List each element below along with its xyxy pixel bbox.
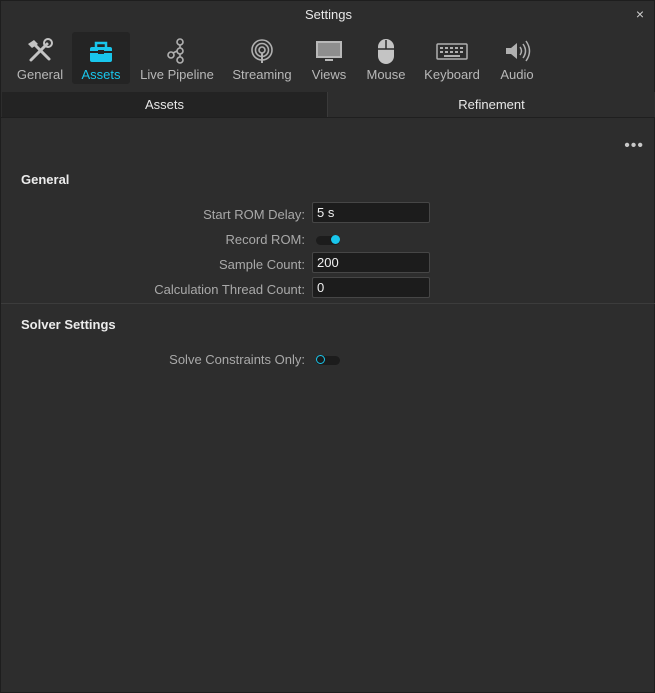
window-title: Settings xyxy=(305,7,352,22)
toolbar-label-keyboard: Keyboard xyxy=(424,67,480,82)
calc-thread-count-label: Calculation Thread Count: xyxy=(154,282,305,297)
keyboard-icon xyxy=(436,43,468,60)
toolbar-item-general[interactable]: General xyxy=(13,32,67,84)
toolbar-label-live-pipeline: Live Pipeline xyxy=(140,67,214,82)
toolbox-icon xyxy=(89,41,113,62)
toolbar-label-audio: Audio xyxy=(500,67,534,82)
toggle-knob xyxy=(316,355,325,364)
monitor-icon xyxy=(316,41,342,61)
toolbar-item-views[interactable]: Views xyxy=(307,32,351,84)
sample-count-label: Sample Count: xyxy=(219,257,305,272)
toolbar-label-streaming: Streaming xyxy=(232,67,292,82)
section-title-solver: Solver Settings xyxy=(21,317,116,332)
close-icon[interactable]: × xyxy=(636,6,644,22)
toolbar-item-keyboard[interactable]: Keyboard xyxy=(421,32,483,84)
start-rom-delay-input[interactable]: 5 s xyxy=(312,202,430,223)
section-divider xyxy=(1,303,655,304)
sample-count-input[interactable]: 200 xyxy=(312,252,430,273)
toggle-knob xyxy=(331,235,340,244)
mouse-icon xyxy=(378,39,394,64)
start-rom-delay-label: Start ROM Delay: xyxy=(203,207,305,222)
solve-constraints-only-toggle[interactable] xyxy=(316,355,340,365)
toolbar-item-live-pipeline[interactable]: Live Pipeline xyxy=(137,32,217,84)
section-title-general: General xyxy=(21,172,70,187)
toolbar-label-general: General xyxy=(16,67,64,82)
solve-constraints-only-label: Solve Constraints Only: xyxy=(169,352,305,367)
title-bar: Settings × xyxy=(1,1,655,27)
toolbar-item-streaming[interactable]: Streaming xyxy=(229,32,295,84)
toolbar-item-assets[interactable]: Assets xyxy=(72,32,130,84)
calc-thread-count-input[interactable]: 0 xyxy=(312,277,430,298)
settings-window: Settings × General Assets Live Pipeline … xyxy=(0,0,655,693)
tab-assets[interactable]: Assets xyxy=(2,92,328,117)
toolbar-item-audio[interactable]: Audio xyxy=(495,32,539,84)
toolbar-label-mouse: Mouse xyxy=(366,67,406,82)
tab-divider xyxy=(1,117,655,118)
tools-icon xyxy=(28,38,53,62)
record-rom-label: Record ROM: xyxy=(225,232,305,247)
toolbar-label-views: Views xyxy=(311,67,347,82)
speaker-icon xyxy=(506,40,531,62)
settings-tabs: Assets Refinement xyxy=(2,92,655,117)
pipeline-icon xyxy=(167,38,184,64)
category-toolbar: General Assets Live Pipeline Streaming V… xyxy=(1,29,655,87)
more-options-icon[interactable]: ••• xyxy=(624,137,644,155)
toolbar-label-assets: Assets xyxy=(81,67,121,82)
tab-refinement[interactable]: Refinement xyxy=(328,92,655,117)
broadcast-icon xyxy=(251,39,273,63)
record-rom-toggle[interactable] xyxy=(316,235,340,245)
toolbar-item-mouse[interactable]: Mouse xyxy=(363,32,409,84)
